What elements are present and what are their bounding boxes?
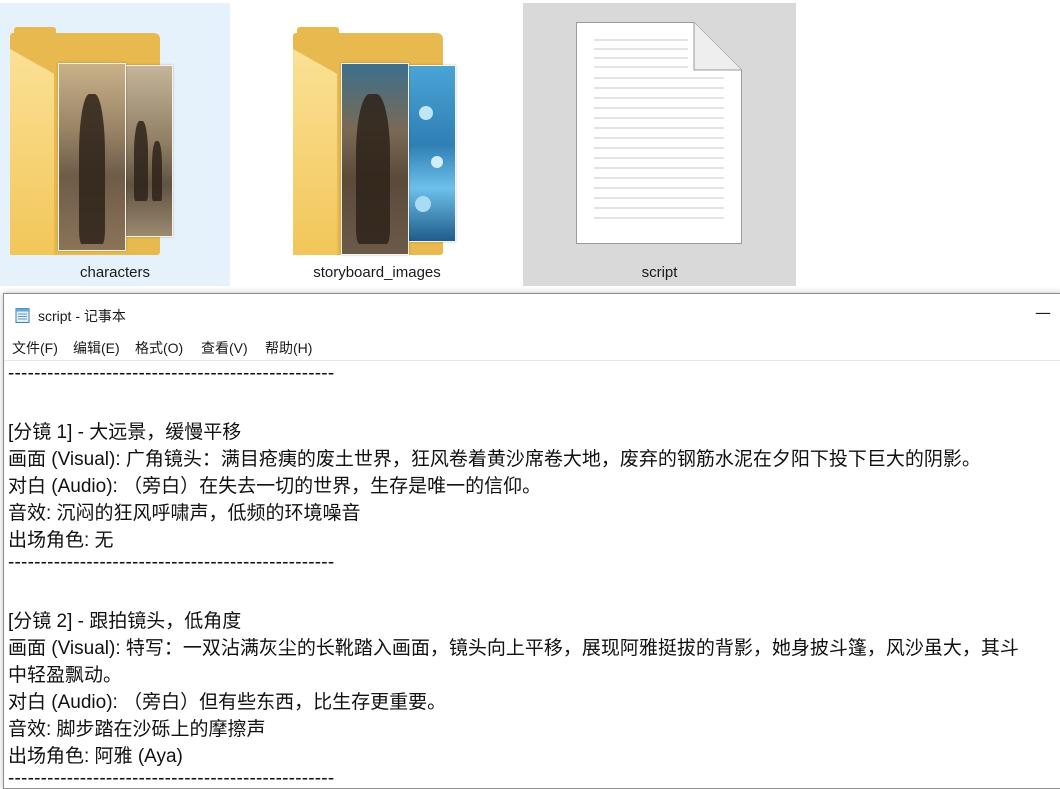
text-line: ----------------------------------------… [8,363,335,384]
text-line: 画面 (Visual): 特写：一双沾满灰尘的长靴踏入画面，镜头向上平移，展现阿… [8,638,1019,659]
file-item-script[interactable]: script [523,3,796,286]
text-line: 中轻盈飘动。 [8,665,123,686]
title-bar[interactable]: script - 记事本 — [4,294,1060,336]
text-line: ----------------------------------------… [8,768,335,789]
folder-label: storyboard_images [313,264,441,281]
menu-view[interactable]: 查看(V) [201,338,248,358]
text-line: 音效: 脚步踏在沙砾上的摩擦声 [8,719,266,740]
folder-item-storyboard-images[interactable]: storyboard_images [262,3,492,286]
notepad-icon [14,307,31,324]
file-label: script [641,264,678,281]
text-editor[interactable]: ----------------------------------------… [4,360,1060,789]
folder-item-characters[interactable]: characters [0,3,230,286]
text-line: 对白 (Audio): （旁白）但有些东西，比生存更重要。 [8,692,447,713]
text-line: 画面 (Visual): 广角镜头：满目疮痍的废土世界，狂风卷着黄沙席卷大地，废… [8,449,981,470]
folder-label: characters [79,264,151,281]
folder-icon [293,27,458,258]
text-line: [分镜 2] - 跟拍镜头，低角度 [8,611,242,632]
text-line: 对白 (Audio): （旁白）在失去一切的世界，生存是唯一的信仰。 [8,476,542,497]
minimize-button[interactable]: — [1028,302,1058,328]
text-line: ----------------------------------------… [8,552,335,573]
text-line: 音效: 沉闷的狂风呼啸声，低频的环境噪音 [8,503,361,524]
menu-help[interactable]: 帮助(H) [265,338,312,358]
text-line: 出场角色: 阿雅 (Aya) [8,746,183,767]
folder-icon [10,27,175,258]
menu-file[interactable]: 文件(F) [12,338,58,358]
text-file-icon [576,22,742,244]
menu-format[interactable]: 格式(O) [135,338,183,358]
menu-edit[interactable]: 编辑(E) [73,338,120,358]
text-line: 出场角色: 无 [8,530,114,551]
window-title: script - 记事本 [38,308,126,324]
file-explorer-view: characters storyboard_images script [0,0,1060,292]
text-line: [分镜 1] - 大远景，缓慢平移 [8,422,242,443]
notepad-window: script - 记事本 — 文件(F) 编辑(E) 格式(O) 查看(V) 帮… [3,293,1060,789]
menu-bar: 文件(F) 编辑(E) 格式(O) 查看(V) 帮助(H) [4,336,1060,358]
